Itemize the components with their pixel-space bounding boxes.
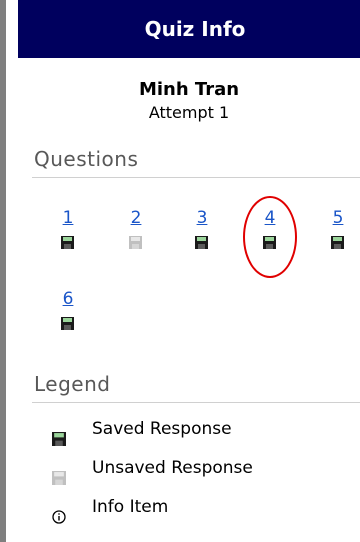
question-item-5: 5 [326, 208, 350, 228]
highlight-circle [243, 196, 297, 278]
question-link-6[interactable]: 6 [56, 289, 80, 309]
legend-heading: Legend [34, 372, 111, 396]
questions-heading: Questions [34, 147, 139, 171]
question-item-3: 3 [190, 208, 214, 228]
question-link-1[interactable]: 1 [56, 208, 80, 228]
saved-floppy-icon [52, 431, 66, 446]
attempt-label: Attempt 1 [148, 103, 230, 122]
saved-floppy-icon [61, 317, 74, 330]
info-icon [52, 509, 66, 524]
question-item-6: 6 [56, 289, 80, 309]
legend-label-unsaved: Unsaved Response [92, 458, 253, 478]
student-name: Minh Tran [138, 79, 240, 100]
saved-floppy-icon [195, 236, 208, 249]
saved-floppy-icon [331, 236, 344, 249]
panel-title: Quiz Info [18, 0, 360, 58]
question-item-2: 2 [124, 208, 148, 228]
legend-label-saved: Saved Response [92, 419, 232, 439]
question-link-2[interactable]: 2 [124, 208, 148, 228]
legend-divider [32, 402, 360, 403]
legend-label-info: Info Item [92, 497, 169, 517]
saved-floppy-icon [61, 236, 74, 249]
unsaved-floppy-icon [52, 470, 66, 485]
window-left-border [0, 0, 6, 542]
question-link-3[interactable]: 3 [190, 208, 214, 228]
questions-divider [32, 177, 360, 178]
unsaved-floppy-icon [129, 236, 142, 249]
question-link-5[interactable]: 5 [326, 208, 350, 228]
quiz-info-panel: Quiz Info Minh Tran Attempt 1 Questions … [18, 0, 360, 542]
question-item-1: 1 [56, 208, 80, 228]
